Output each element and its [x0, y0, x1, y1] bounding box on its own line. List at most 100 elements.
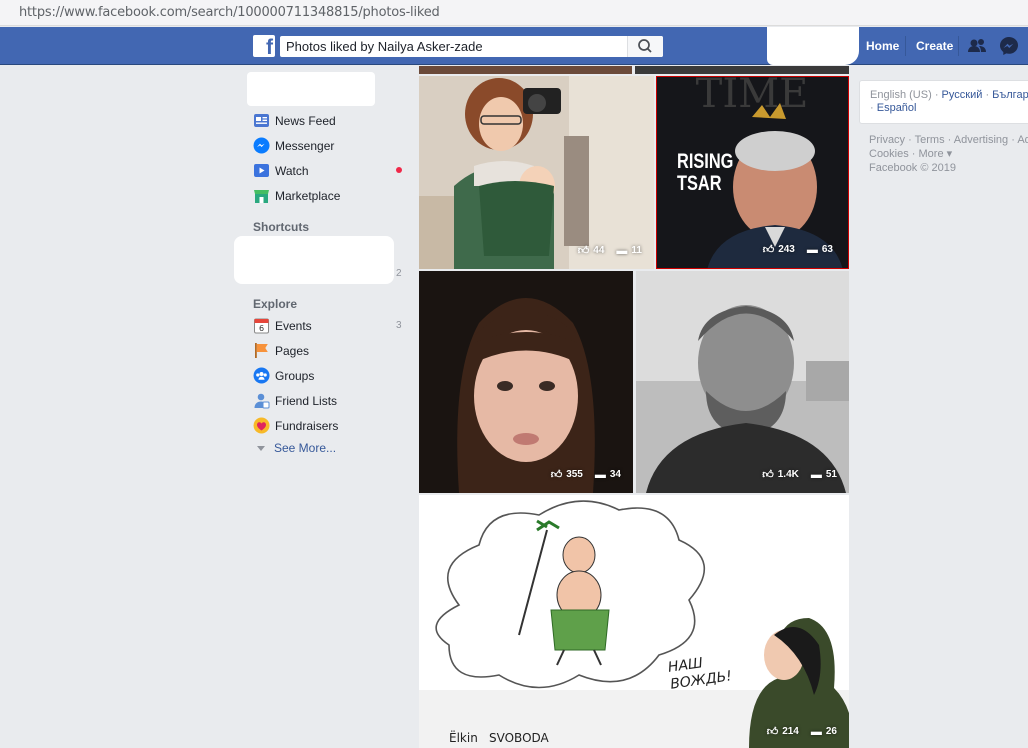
chevron-down-icon: [257, 446, 265, 452]
magazine-cover-title: RISING TSAR: [677, 150, 734, 195]
sidebar-item-friend-lists[interactable]: Friend Lists: [253, 391, 413, 411]
comment-count: 26: [825, 726, 837, 737]
svg-text:6: 6: [259, 324, 264, 333]
groups-icon: [253, 367, 270, 384]
sidebar-item-fundraisers[interactable]: Fundraisers: [253, 416, 413, 436]
sidebar-item-events[interactable]: 6 Events 3: [253, 316, 413, 336]
photo-image: [636, 271, 849, 493]
friend-requests-icon[interactable]: [966, 35, 988, 57]
redacted-profile-area: [767, 27, 859, 65]
language-option[interactable]: Español: [877, 102, 917, 114]
nav-divider: [905, 36, 906, 56]
like-count: 44: [593, 245, 605, 256]
sidebar-item-label: Pages: [275, 344, 310, 358]
svg-text:Ёlkin: Ёlkin: [449, 730, 478, 745]
events-icon: 6: [254, 318, 269, 334]
svg-text:TIME: TIME: [696, 77, 809, 117]
explore-heading: Explore: [253, 297, 298, 311]
shortcuts-heading: Shortcuts: [253, 220, 310, 234]
language-option[interactable]: Български: [992, 89, 1028, 101]
browser-address-bar[interactable]: https://www.facebook.com/search/10000071…: [0, 0, 1028, 26]
like-icon: 👍︎: [762, 469, 774, 481]
search-input[interactable]: [280, 36, 625, 57]
sidebar-item-label: Marketplace: [275, 189, 341, 203]
events-count: 3: [396, 320, 402, 331]
photo-tile[interactable]: Ёlkin SVOBODA НАШ ВОЖДЬ! 👍︎ 214 ▬ 26: [419, 495, 849, 748]
photo-stats: 👍︎ 44 ▬ 11: [577, 244, 642, 258]
comment-count: 11: [631, 245, 642, 256]
sidebar-item-groups[interactable]: Groups: [253, 366, 413, 386]
photo-image: [419, 271, 633, 493]
comment-icon: ▬: [806, 243, 818, 256]
top-navigation-bar: f Home Create: [0, 27, 1028, 65]
photo-stats: 👍︎ 355 ▬ 34: [550, 468, 621, 482]
messenger-icon[interactable]: [998, 35, 1020, 57]
footer-links[interactable]: Privacy · Terms · Advertising · Ad Choic…: [869, 133, 1028, 147]
redacted-profile-name: [247, 72, 375, 106]
comment-icon: ▬: [810, 468, 822, 481]
current-language: English (US): [870, 89, 932, 101]
notification-dot: [396, 167, 402, 173]
like-count: 214: [782, 726, 799, 737]
photo-partial[interactable]: [419, 66, 632, 74]
photo-tile[interactable]: 👍︎ 44 ▬ 11: [419, 76, 654, 269]
search-icon: [638, 39, 652, 53]
comment-icon: ▬: [616, 244, 628, 257]
comment-icon: ▬: [810, 725, 822, 738]
like-icon: 👍︎: [762, 244, 775, 256]
nav-divider: [958, 36, 959, 56]
copyright-text: Facebook © 2019: [869, 162, 956, 174]
pages-icon: [255, 343, 268, 358]
language-selector-box: English (US) · Русский · Български · Esp…: [859, 80, 1028, 124]
sidebar-item-label: Friend Lists: [275, 394, 338, 408]
news-feed-icon: [254, 114, 269, 127]
like-count: 1.4K: [777, 469, 799, 480]
comment-icon: ▬: [594, 468, 606, 481]
sidebar-item-label: Watch: [275, 164, 309, 178]
facebook-logo-icon[interactable]: f: [253, 35, 275, 59]
sidebar-item-label: News Feed: [275, 114, 336, 128]
photo-tile[interactable]: TIME RISING TSAR 👍︎ 243 ▬ 63: [656, 76, 849, 269]
photo-stats: 👍︎ 214 ▬ 26: [766, 725, 837, 739]
fundraisers-icon: [253, 417, 270, 434]
like-icon: 👍︎: [550, 469, 563, 481]
photo-tile[interactable]: 👍︎ 1.4K ▬ 51: [636, 271, 849, 493]
sidebar-item-watch[interactable]: Watch: [253, 161, 413, 181]
page-footer: Privacy · Terms · Advertising · Ad Choic…: [869, 133, 1028, 175]
language-option[interactable]: Русский: [942, 89, 983, 101]
sidebar-item-messenger[interactable]: Messenger: [253, 136, 413, 156]
photo-stats: 👍︎ 1.4K ▬ 51: [762, 468, 837, 482]
comment-count: 63: [821, 244, 833, 255]
search-box: [280, 36, 663, 57]
shortcut-count: 2: [396, 268, 402, 279]
photo-partial[interactable]: [635, 66, 849, 74]
messenger-icon: [253, 137, 270, 154]
sidebar-item-pages[interactable]: Pages: [253, 341, 413, 361]
like-icon: 👍︎: [766, 726, 779, 738]
photo-image: Ёlkin SVOBODA: [419, 495, 849, 748]
sidebar-item-label: Fundraisers: [275, 419, 339, 433]
sidebar-item-label: Messenger: [275, 139, 335, 153]
photo-stats: 👍︎ 243 ▬ 63: [762, 243, 833, 257]
friend-lists-icon: [254, 393, 270, 409]
comment-count: 34: [609, 469, 621, 480]
see-more-link[interactable]: See More...: [257, 441, 336, 455]
like-count: 355: [566, 469, 583, 480]
see-more-label: See More...: [274, 441, 337, 455]
comment-count: 51: [825, 469, 837, 480]
marketplace-icon: [254, 190, 269, 203]
footer-links[interactable]: Cookies · More ▾: [869, 147, 1028, 161]
sidebar-item-marketplace[interactable]: Marketplace: [253, 186, 413, 206]
like-icon: 👍︎: [577, 245, 590, 257]
watch-icon: [254, 164, 269, 177]
address-url[interactable]: https://www.facebook.com/search/10000071…: [19, 5, 440, 20]
like-count: 243: [778, 244, 795, 255]
sidebar-item-news-feed[interactable]: News Feed: [253, 111, 413, 131]
home-link[interactable]: Home: [866, 39, 899, 53]
create-link[interactable]: Create: [916, 39, 953, 53]
sidebar-item-label: Groups: [275, 369, 315, 383]
search-button[interactable]: [627, 36, 663, 57]
photo-image: [419, 76, 654, 269]
redacted-shortcuts: [234, 236, 394, 284]
photo-tile[interactable]: 👍︎ 355 ▬ 34: [419, 271, 633, 493]
